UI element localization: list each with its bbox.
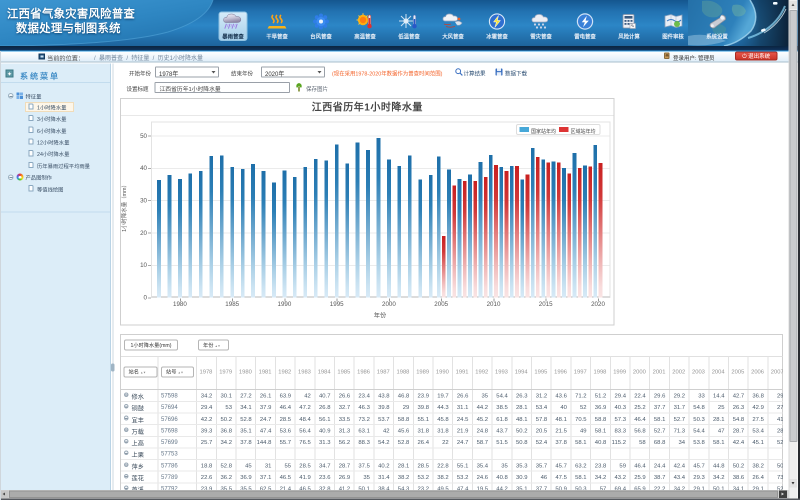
- svg-text:✎: ✎: [631, 24, 635, 29]
